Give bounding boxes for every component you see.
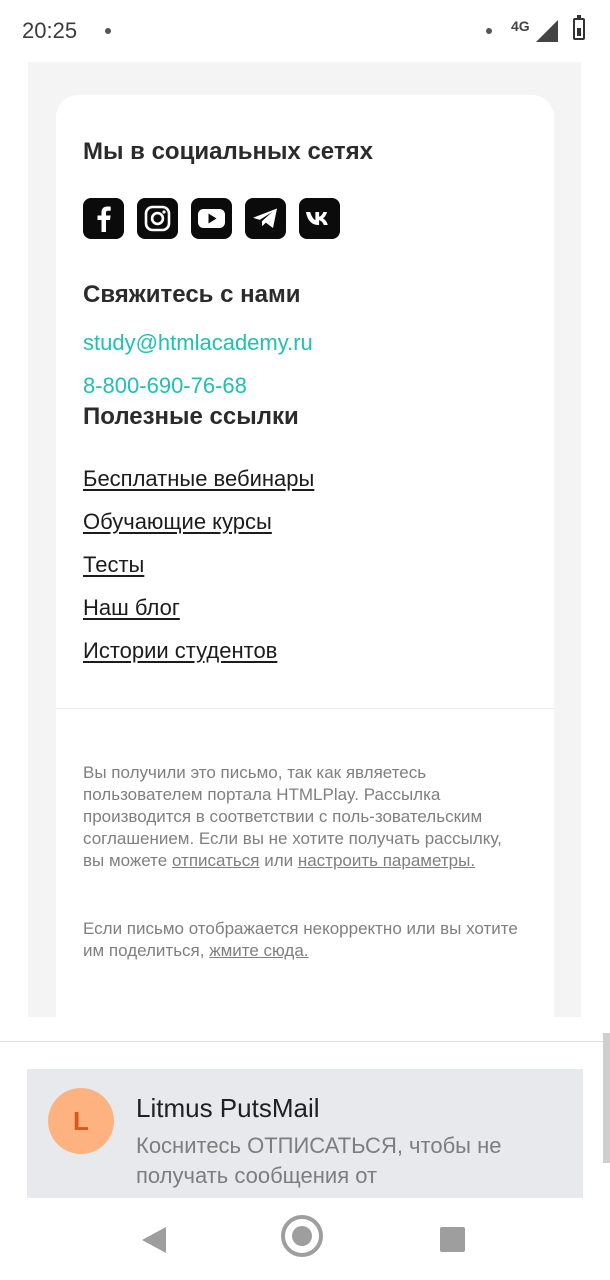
footer-subscription-text: Вы получили это письмо, так как являетес…	[83, 762, 523, 872]
instagram-icon[interactable]	[137, 198, 178, 239]
avatar: L	[48, 1088, 114, 1154]
link-student-stories[interactable]: Истории студентов	[83, 638, 277, 664]
telegram-icon[interactable]	[245, 198, 286, 239]
panel-divider	[0, 1041, 610, 1042]
click-here-link[interactable]: жмите сюда.	[209, 941, 308, 960]
status-time: 20:25	[22, 18, 78, 43]
youtube-icon[interactable]	[191, 198, 232, 239]
signal-icon	[536, 20, 558, 42]
link-courses[interactable]: Обучающие курсы	[83, 509, 272, 535]
social-title: Мы в социальных сетях	[83, 138, 373, 165]
battery-icon	[573, 15, 585, 40]
link-blog[interactable]: Наш блог	[83, 595, 180, 621]
footer-text-part: или	[259, 851, 298, 870]
network-type: 4G	[511, 18, 530, 34]
notification-title: Litmus PutsMail	[136, 1093, 320, 1123]
back-icon[interactable]	[142, 1227, 166, 1253]
home-icon[interactable]	[281, 1215, 323, 1257]
link-tests[interactable]: Тесты	[83, 552, 144, 578]
divider	[56, 708, 554, 709]
contact-email-link[interactable]: study@htmlacademy.ru	[83, 330, 313, 356]
facebook-icon[interactable]	[83, 198, 124, 239]
settings-link[interactable]: настроить параметры.	[298, 851, 475, 870]
navigation-bar	[0, 1198, 610, 1280]
scrollbar[interactable]	[603, 1033, 610, 1163]
contact-title: Свяжитесь с нами	[83, 281, 301, 308]
link-free-webinars[interactable]: Бесплатные вебинары	[83, 466, 314, 492]
notification-body: Коснитесь ОТПИСАТЬСЯ, чтобы не получать …	[136, 1133, 502, 1188]
notification-card[interactable]: L Litmus PutsMail Коснитесь ОТПИСАТЬСЯ, …	[27, 1069, 583, 1198]
notification-dot-icon	[486, 28, 492, 34]
contact-phone-link[interactable]: 8-800-690-76-68	[83, 373, 247, 399]
unsubscribe-link[interactable]: отписаться	[172, 851, 260, 870]
recent-apps-icon[interactable]	[440, 1227, 465, 1252]
vk-icon[interactable]	[299, 198, 340, 239]
notification-dot-icon	[105, 28, 111, 34]
useful-links-title: Полезные ссылки	[83, 403, 299, 430]
status-bar: 20:25 4G	[0, 0, 610, 62]
footer-share-text: Если письмо отображается некорректно или…	[83, 918, 523, 962]
